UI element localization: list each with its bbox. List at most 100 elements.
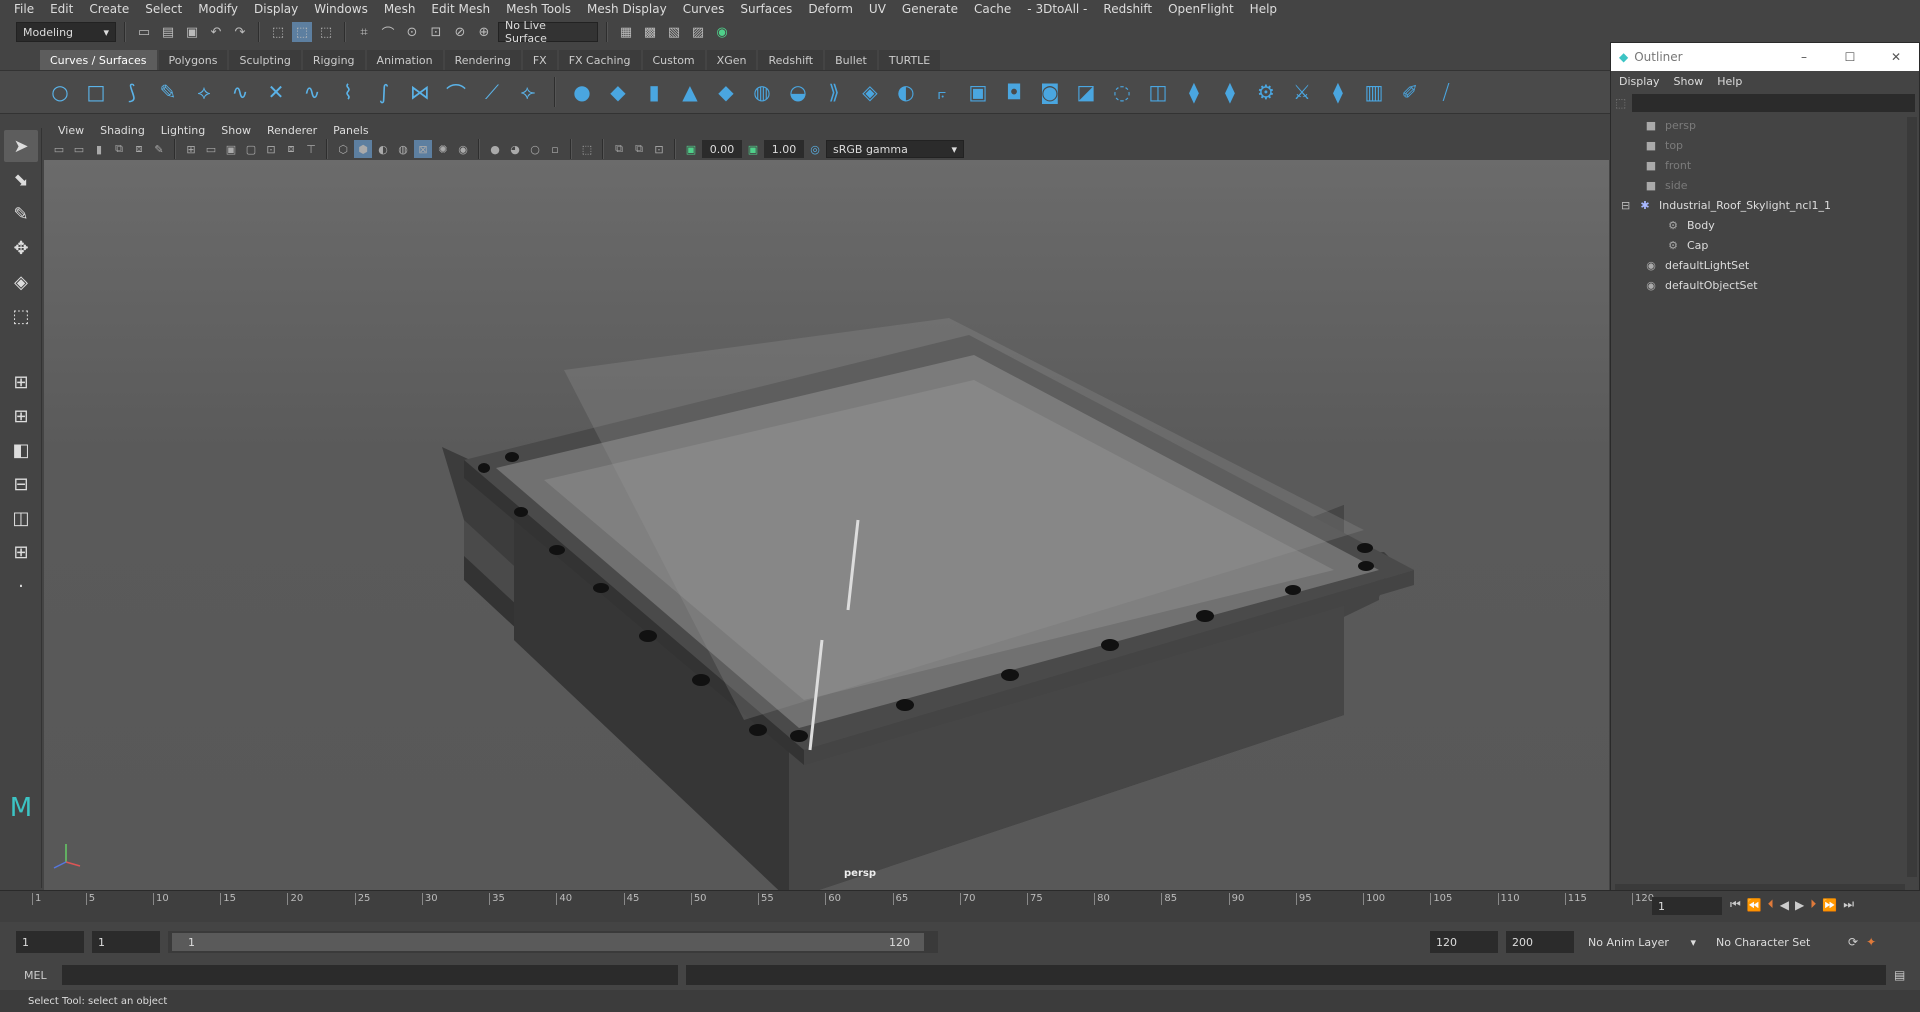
shelf-tab-xgen[interactable]: XGen	[706, 50, 757, 70]
step-forward-key-icon[interactable]: ⏩	[1822, 898, 1837, 912]
color-management-icon[interactable]: ◎	[806, 140, 824, 158]
depth-of-field-icon[interactable]: ▫	[546, 140, 564, 158]
render-current-icon[interactable]: ▩	[640, 22, 660, 42]
view-transform-dropdown[interactable]: sRGB gamma ▾	[826, 140, 964, 158]
menu-3dtoall[interactable]: - 3DtoAll -	[1019, 2, 1095, 16]
curve-intersect-icon[interactable]: ✕	[262, 78, 290, 106]
untrim-icon[interactable]: ◌	[1108, 78, 1136, 106]
offset-surface-icon[interactable]: ⧫	[1324, 78, 1352, 106]
menu-surfaces[interactable]: Surfaces	[732, 2, 800, 16]
hypershade-icon[interactable]: ◉	[712, 22, 732, 42]
filter-icon[interactable]: ⬚	[1615, 96, 1626, 110]
loft-icon[interactable]: ⟫	[820, 78, 848, 106]
xray-active-icon[interactable]: ⧉	[630, 140, 648, 158]
rotate-tool-icon[interactable]: ◈	[4, 266, 38, 298]
resolution-gate-icon[interactable]: ▣	[222, 140, 240, 158]
range-slider-bar[interactable]: 1 120	[172, 933, 924, 951]
go-to-start-icon[interactable]: ⏮	[1730, 897, 1741, 912]
insert-isoparm-icon[interactable]: ⚙	[1252, 78, 1280, 106]
outliner-item[interactable]: ■ persp	[1621, 115, 1919, 135]
arc-icon[interactable]: ∿	[226, 78, 254, 106]
square-surface-icon[interactable]: ◘	[1000, 78, 1028, 106]
shelf-tab-rigging[interactable]: Rigging	[302, 50, 365, 70]
gamma-field[interactable]: 1.00	[764, 140, 804, 158]
menu-redshift[interactable]: Redshift	[1095, 2, 1160, 16]
menu-windows[interactable]: Windows	[306, 2, 376, 16]
script-editor-icon[interactable]: ▤	[1894, 968, 1905, 982]
snap-point-icon[interactable]: ⊙	[402, 22, 422, 42]
surface-edit-icon[interactable]: ⧸	[1432, 78, 1460, 106]
panel-menu-panels[interactable]: Panels	[325, 124, 376, 137]
outliner-item[interactable]: ⊟ ✱ Industrial_Roof_Skylight_ncl1_1	[1621, 195, 1919, 215]
collapse-icon[interactable]: ⊟	[1621, 199, 1637, 212]
outliner-item[interactable]: ⚙ Cap	[1621, 235, 1919, 255]
panel-menu-lighting[interactable]: Lighting	[153, 124, 213, 137]
outliner-menu-help[interactable]: Help	[1717, 75, 1742, 88]
select-tool-icon[interactable]: ➤	[4, 130, 38, 162]
command-language-label[interactable]: MEL	[24, 969, 54, 982]
more-layouts-icon[interactable]: ·	[4, 570, 38, 602]
snap-grid-icon[interactable]: ⌗	[354, 22, 374, 42]
menu-mesh[interactable]: Mesh	[376, 2, 424, 16]
preferences-icon[interactable]: ✦	[1866, 935, 1876, 949]
grease-pencil-icon[interactable]: ✎	[150, 140, 168, 158]
xray-joints-icon[interactable]: ⧉	[610, 140, 628, 158]
wireframe-icon[interactable]: ⬡	[334, 140, 352, 158]
camera-select-icon[interactable]: ▭	[50, 140, 68, 158]
nurbs-cube-icon[interactable]: ◆	[604, 78, 632, 106]
auto-key-icon[interactable]: ⟳	[1848, 935, 1858, 949]
menu-openflight[interactable]: OpenFlight	[1160, 2, 1242, 16]
step-back-key-icon[interactable]: ⏪	[1747, 898, 1762, 912]
revolve-icon[interactable]: ◒	[784, 78, 812, 106]
play-forward-icon[interactable]: ▶	[1795, 898, 1804, 912]
exposure-icon[interactable]: ▣	[682, 140, 700, 158]
shelf-tab-fx[interactable]: FX	[522, 50, 557, 70]
range-slider[interactable]: 1 120	[168, 931, 938, 953]
bevel-icon[interactable]: ◙	[1036, 78, 1064, 106]
extrude-icon[interactable]: ◐	[892, 78, 920, 106]
outliner-item[interactable]: ■ side	[1621, 175, 1919, 195]
xray-icon[interactable]: ⊠	[414, 140, 432, 158]
curve-offset-icon[interactable]: ⋈	[406, 78, 434, 106]
isolate-select-icon[interactable]: ⬚	[578, 140, 596, 158]
ep-curve-icon[interactable]: ⟆	[118, 78, 146, 106]
menu-edit[interactable]: Edit	[42, 2, 81, 16]
outliner-item[interactable]: ◉ defaultLightSet	[1621, 255, 1919, 275]
time-slider[interactable]: 1 5 10 15 20 25 30 35 40 45 50 55 60 65 70 75 80 85 90 95 10…	[0, 890, 1920, 922]
cv-curve-icon[interactable]: ✎	[154, 78, 182, 106]
panel-menu-show[interactable]: Show	[213, 124, 259, 137]
grid-icon[interactable]: ⊞	[182, 140, 200, 158]
panel-menu-shading[interactable]: Shading	[92, 124, 153, 137]
attach-surfaces-icon[interactable]: ⧫	[1180, 78, 1208, 106]
use-all-lights-icon[interactable]: ✺	[434, 140, 452, 158]
hypershade-layout-icon[interactable]: ◫	[4, 502, 38, 534]
camera-attributes-icon[interactable]: ▭	[70, 140, 88, 158]
menu-curves[interactable]: Curves	[675, 2, 733, 16]
render-view-icon[interactable]: ▦	[616, 22, 636, 42]
render-settings-icon[interactable]: ▨	[688, 22, 708, 42]
shelf-tab-custom[interactable]: Custom	[642, 50, 705, 70]
go-to-end-icon[interactable]: ⏭	[1843, 897, 1854, 912]
snap-view-icon[interactable]: ⊡	[426, 22, 446, 42]
menu-modify[interactable]: Modify	[190, 2, 246, 16]
panel-menu-view[interactable]: View	[50, 124, 92, 137]
command-input[interactable]	[62, 965, 678, 985]
nurbs-torus-icon[interactable]: ◍	[748, 78, 776, 106]
snap-surface-icon[interactable]: ⊘	[450, 22, 470, 42]
menu-help[interactable]: Help	[1242, 2, 1285, 16]
curve-rebuild-icon[interactable]: ∫	[370, 78, 398, 106]
move-tool-icon[interactable]: ✥	[4, 232, 38, 264]
screen-space-ao-icon[interactable]: ●	[486, 140, 504, 158]
safe-action-icon[interactable]: ⧈	[282, 140, 300, 158]
bookmark-icon[interactable]: ▮	[90, 140, 108, 158]
menu-display[interactable]: Display	[246, 2, 306, 16]
paint-select-tool-icon[interactable]: ✎	[4, 198, 38, 230]
ipr-render-icon[interactable]: ▧	[664, 22, 684, 42]
menu-generate[interactable]: Generate	[894, 2, 966, 16]
playback-start-field[interactable]: 1	[92, 931, 160, 953]
nurbs-cylinder-icon[interactable]: ▮	[640, 78, 668, 106]
menu-create[interactable]: Create	[81, 2, 137, 16]
persp-uv-layout-icon[interactable]: ⊞	[4, 536, 38, 568]
nurbs-circle-icon[interactable]: ○	[46, 78, 74, 106]
gamma-icon[interactable]: ▣	[744, 140, 762, 158]
